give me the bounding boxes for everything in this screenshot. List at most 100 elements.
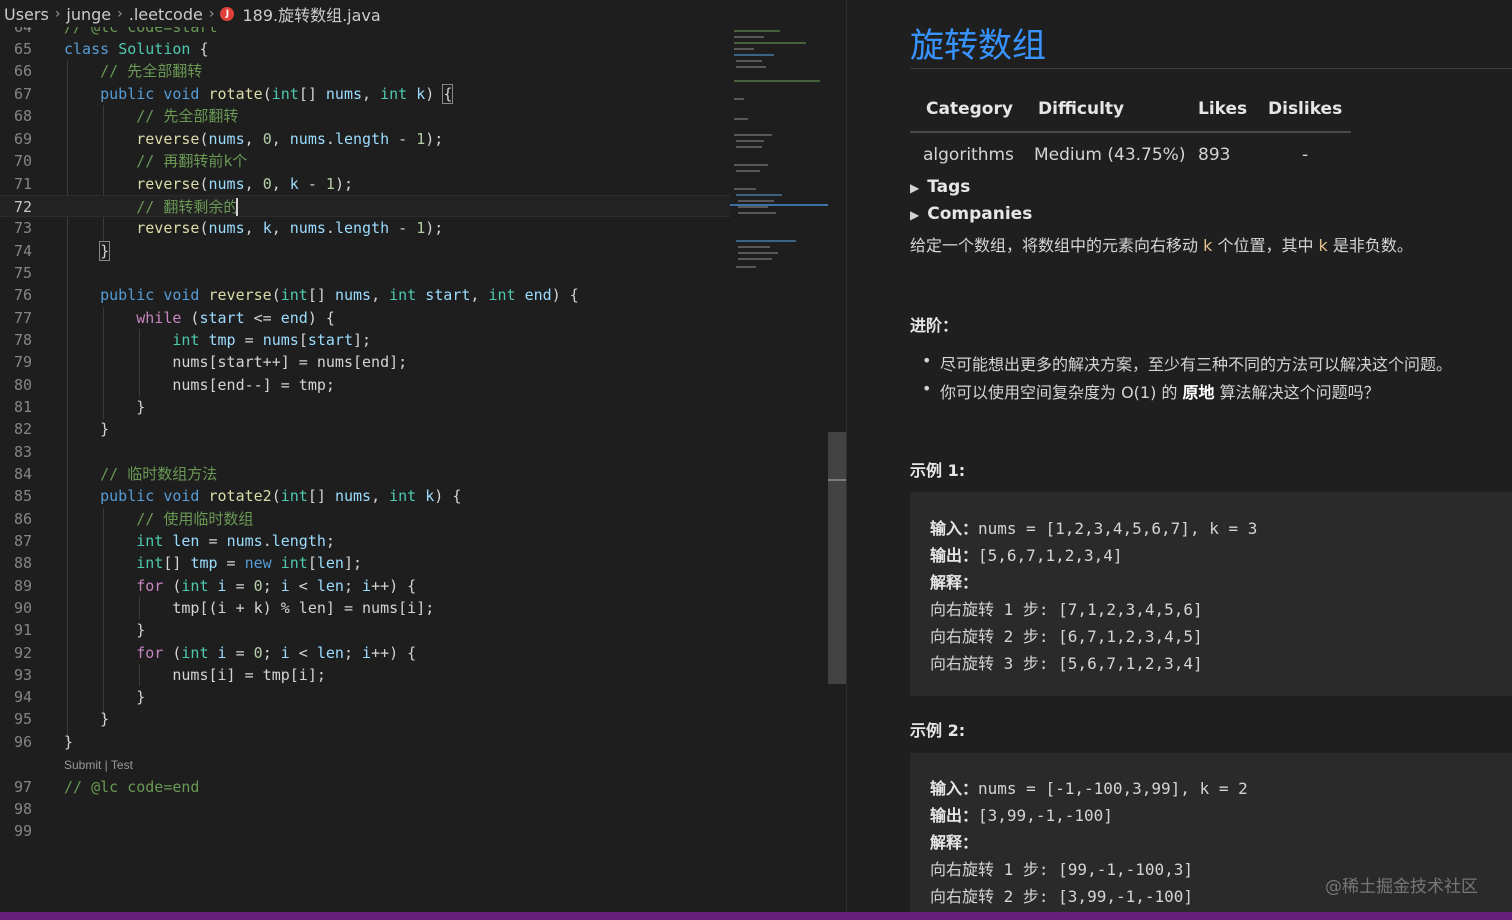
minimap-line [734,80,820,82]
code-comment: // 再翻转前k个 [64,152,248,170]
minimap-line [736,66,766,68]
code-line[interactable]: 73 reverse(nums, k, nums.length - 1); [0,217,730,239]
minimap[interactable] [730,28,828,288]
code-line[interactable]: 96} [0,731,730,753]
code-line[interactable]: 88 int[] tmp = new int[len]; [0,552,730,574]
code-text: for (int i = 0; i < len; i++) { [136,577,417,595]
code-line[interactable]: 92 for (int i = 0; i < len; i++) { [0,642,730,664]
code-line[interactable]: 68 // 先全部翻转 [0,105,730,127]
minimap-line [734,188,756,190]
breadcrumb-junge[interactable]: junge [66,5,111,24]
code-line[interactable]: 87 int len = nums.length; [0,530,730,552]
code-line[interactable]: 93 nums[i] = tmp[i]; [0,664,730,686]
cell-likes: 893 [1198,145,1231,165]
code-text: public void rotate(int[] nums, int k) { [100,84,454,104]
code-line[interactable]: 91 } [0,619,730,641]
line-number: 78 [13,331,32,349]
code-line[interactable]: 77 while (start <= end) { [0,307,730,329]
code-line[interactable]: 98 [0,798,730,820]
breadcrumb-leetcode[interactable]: .leetcode [129,5,203,24]
breadcrumb: Users › junge › .leetcode › J 189.旋转数组.j… [0,0,846,28]
line-number: 96 [13,733,32,751]
status-bar [0,912,1512,920]
code-line[interactable]: 95 } [0,708,730,730]
line-number: 90 [13,599,32,617]
example1-heading: 示例 1: [910,461,966,480]
code-lens-row: Submit | Test [0,754,730,776]
line-number: 72 [13,198,32,216]
breadcrumb-file[interactable]: 189.旋转数组.java [242,2,380,26]
code-text: class Solution { [64,40,209,58]
chevron-right-icon: › [208,6,215,22]
code-text: reverse(nums, 0, k - 1); [136,175,353,193]
minimap-line [734,36,764,38]
line-number: 94 [13,688,32,706]
chevron-right-icon: › [54,6,61,22]
line-number: 69 [13,130,32,148]
code-line[interactable]: 83 [0,441,730,463]
triangle-right-icon: ▶ [910,208,920,222]
header-dislikes: Dislikes [1268,96,1351,133]
code-comment: // 使用临时数组 [64,510,254,528]
code-line[interactable]: 65 class Solution { [0,38,730,60]
minimap-line [734,48,754,50]
code-line[interactable]: 97 // @lc code=end [0,776,730,798]
code-comment: // 先全部翻转 [64,107,239,125]
code-line[interactable]: 74 } [0,240,730,262]
line-number: 75 [13,264,32,282]
code-area[interactable]: 64 // @lc code=start 65 class Solution { 6… [0,27,730,907]
code-line[interactable]: 82 } [0,418,730,440]
code-line[interactable]: 81 } [0,396,730,418]
line-number: 66 [13,62,32,80]
line-number: 73 [13,219,32,237]
code-text: } [64,688,146,706]
minimap-line [738,252,778,254]
header-category: Category [910,96,1034,133]
cell-difficulty: Medium (43.75%) [1034,145,1186,165]
line-number: 97 [13,778,32,796]
code-line-active[interactable]: 72 // 翻转剩余的 [0,195,730,217]
code-line[interactable]: 79 nums[start++] = nums[end]; [0,351,730,373]
line-number: 86 [13,510,32,528]
code-editor[interactable]: Users › junge › .leetcode › J 189.旋转数组.j… [0,0,846,912]
code-line[interactable]: 78 int tmp = nums[start]; [0,329,730,351]
minimap-line [734,134,772,136]
example2-input: 输入：nums = [-1,-100,3,99], k = 2 [930,779,1248,798]
tags-disclosure[interactable]: ▶ Tags [910,177,970,197]
code-text: int len = nums.length; [136,532,335,550]
code-text: int tmp = nums[start]; [172,331,372,349]
code-text: } [64,733,74,751]
vertical-scrollbar[interactable] [828,28,846,908]
code-line[interactable]: 64 // @lc code=start [0,27,730,38]
code-line[interactable]: 85 public void rotate2(int[] nums, int k… [0,485,730,507]
code-text: nums[i] = tmp[i]; [64,666,326,684]
code-line[interactable]: 80 nums[end--] = tmp; [0,374,730,396]
code-line[interactable]: 84 // 临时数组方法 [0,463,730,485]
code-line[interactable]: 71 reverse(nums, 0, k - 1); [0,173,730,195]
breadcrumb-users[interactable]: Users [4,5,49,24]
code-line[interactable]: 94 } [0,686,730,708]
code-comment: // @lc code=start [64,27,218,36]
example1-explain: 解释： [930,573,979,592]
scrollbar-thumb[interactable] [828,432,846,684]
companies-disclosure[interactable]: ▶ Companies [910,204,1032,224]
code-line[interactable]: 75 [0,262,730,284]
line-number: 88 [13,554,32,572]
minimap-line [736,146,762,148]
problem-preview[interactable]: 旋转数组 Category Difficulty Likes Dislikes … [846,0,1512,912]
line-number: 65 [13,40,32,58]
line-number: 92 [13,644,32,662]
code-line[interactable]: 86 // 使用临时数组 [0,508,730,530]
submit-test-codelens[interactable]: Submit | Test [64,754,133,776]
minimap-line [738,212,776,214]
minimap-line [738,200,774,202]
code-line[interactable]: 89 for (int i = 0; i < len; i++) { [0,575,730,597]
code-line[interactable]: 99 [0,820,730,842]
code-line[interactable]: 76 public void reverse(int[] nums, int s… [0,284,730,306]
code-line[interactable]: 69 reverse(nums, 0, nums.length - 1); [0,128,730,150]
code-line[interactable]: 90 tmp[(i + k) % len] = nums[i]; [0,597,730,619]
code-line[interactable]: 66 // 先全部翻转 [0,60,730,82]
code-line[interactable]: 70 // 再翻转前k个 [0,150,730,172]
code-line[interactable]: 67 public void rotate(int[] nums, int k)… [0,83,730,105]
code-text: nums[end--] = tmp; [64,376,335,394]
